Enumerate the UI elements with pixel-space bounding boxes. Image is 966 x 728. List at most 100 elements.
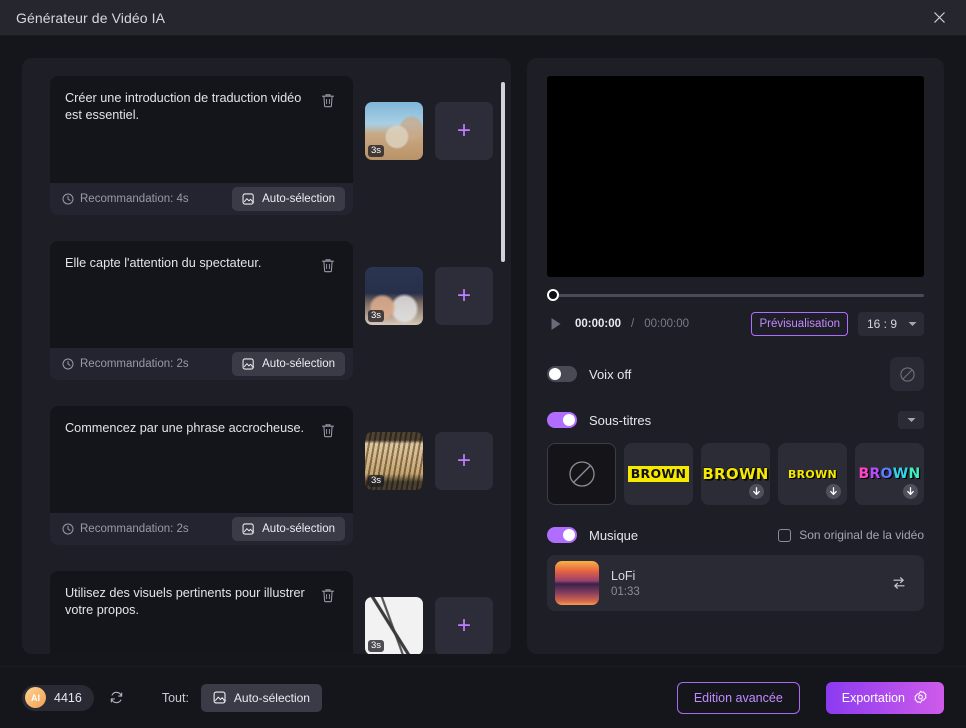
scene-card: Commencez par une phrase accrocheuse. Re… xyxy=(50,406,353,545)
chevron-down-icon xyxy=(907,418,915,422)
ai-badge-icon: AI xyxy=(25,687,46,708)
app-window: Générateur de Vidéo IA Créer une introdu… xyxy=(0,0,966,728)
scene-text[interactable]: Elle capte l'attention du spectateur. xyxy=(65,255,311,272)
add-media-button[interactable]: + xyxy=(435,267,493,325)
aspect-ratio-select[interactable]: 16 : 9 xyxy=(858,312,924,336)
scene-text[interactable]: Utilisez des visuels pertinents pour ill… xyxy=(65,585,311,619)
scene-card: Elle capte l'attention du spectateur. Re… xyxy=(50,241,353,380)
music-title: LoFi xyxy=(611,568,636,583)
auto-select-icon xyxy=(213,691,227,704)
scene-card: Utilisez des visuels pertinents pour ill… xyxy=(50,571,353,654)
preview-button[interactable]: Prévisualisation xyxy=(751,312,848,336)
scene-thumbnail[interactable]: 3s xyxy=(365,597,423,654)
music-row: Musique Son original de la vidéo xyxy=(547,527,924,543)
toggle-knob xyxy=(563,529,575,541)
recommendation-text: Recommandation: 2s xyxy=(80,523,189,535)
delete-scene-button[interactable] xyxy=(317,89,339,111)
play-button[interactable] xyxy=(547,315,565,333)
download-icon xyxy=(753,486,760,495)
add-media-button[interactable]: + xyxy=(435,597,493,654)
recommendation: Recommandation: 4s xyxy=(62,193,224,205)
scene-card-footer: Recommandation: 2s Auto-sélection xyxy=(50,513,353,545)
download-button[interactable] xyxy=(749,484,764,499)
preview-button-label: Prévisualisation xyxy=(759,318,840,330)
scene-list-scrollbar[interactable] xyxy=(501,82,505,654)
scrollbar-thumb[interactable] xyxy=(501,82,505,262)
scene-thumbnail[interactable]: 3s xyxy=(365,102,423,160)
change-music-button[interactable] xyxy=(888,572,910,594)
auto-select-button[interactable]: Auto-sélection xyxy=(232,517,345,541)
subtitle-style-none[interactable] xyxy=(547,443,616,505)
trash-icon xyxy=(321,423,335,437)
advanced-edit-button[interactable]: Edition avancée xyxy=(676,681,800,714)
subtitle-style-yellow-small[interactable]: BROWN xyxy=(778,443,847,505)
delete-scene-button[interactable] xyxy=(317,254,339,276)
trash-icon xyxy=(321,258,335,272)
scene-card-body: Créer une introduction de traduction vid… xyxy=(50,76,353,183)
auto-select-button[interactable]: Auto-sélection xyxy=(232,352,345,376)
voiceover-toggle[interactable] xyxy=(547,366,577,382)
current-time: 00:00:00 xyxy=(575,318,622,330)
recommendation-text: Recommandation: 4s xyxy=(80,193,189,205)
voiceover-row: Voix off xyxy=(547,357,924,391)
close-button[interactable] xyxy=(922,5,956,31)
auto-select-icon xyxy=(242,523,255,535)
subtitles-row: Sous-titres xyxy=(547,411,924,429)
subtitle-style-yellow-outline[interactable]: BROWN xyxy=(701,443,770,505)
recommendation-text: Recommandation: 2s xyxy=(80,358,189,370)
download-button[interactable] xyxy=(826,484,841,499)
thumbnail-duration: 3s xyxy=(368,640,385,652)
export-label: Exportation xyxy=(841,690,905,705)
download-button[interactable] xyxy=(903,484,918,499)
auto-select-all-label: Auto-sélection xyxy=(233,690,310,705)
scene-thumbnail[interactable]: 3s xyxy=(365,267,423,325)
subtitles-expand-button[interactable] xyxy=(898,411,924,429)
auto-select-all-button[interactable]: Auto-sélection xyxy=(200,683,322,712)
scene-text[interactable]: Créer une introduction de traduction vid… xyxy=(65,90,311,124)
credits-chip[interactable]: AI 4416 xyxy=(22,684,94,711)
all-label: Tout: xyxy=(161,690,189,705)
subtitle-style-preview-text: BROWN xyxy=(702,464,769,483)
download-icon xyxy=(830,486,837,495)
timeline-handle[interactable] xyxy=(547,289,559,301)
subtitle-style-list: BROWN BROWN BROWN BROWN xyxy=(547,443,924,505)
delete-scene-button[interactable] xyxy=(317,419,339,441)
original-sound-label: Son original de la vidéo xyxy=(799,528,924,542)
scene-thumbnail[interactable]: 3s xyxy=(365,432,423,490)
scene-text[interactable]: Commencez par une phrase accrocheuse. xyxy=(65,420,311,437)
subtitle-style-preview-text: BROWN xyxy=(858,466,921,482)
music-toggle[interactable] xyxy=(547,527,577,543)
auto-select-label: Auto-sélection xyxy=(262,523,335,535)
voice-none-button[interactable] xyxy=(890,357,924,391)
export-button[interactable]: Exportation xyxy=(825,681,944,714)
playback-timeline[interactable] xyxy=(547,289,924,301)
video-preview[interactable] xyxy=(547,76,924,277)
add-media-button[interactable]: + xyxy=(435,432,493,490)
chevron-down-icon xyxy=(908,322,917,326)
scene-row: Elle capte l'attention du spectateur. Re… xyxy=(50,241,493,380)
trash-icon xyxy=(321,93,335,107)
scene-row: Créer une introduction de traduction vid… xyxy=(50,76,493,215)
scene-row: Utilisez des visuels pertinents pour ill… xyxy=(50,571,493,654)
auto-select-button[interactable]: Auto-sélection xyxy=(232,187,345,211)
clock-icon xyxy=(62,358,74,370)
preview-panel: 00:00:00 / 00:00:00 Prévisualisation 16 … xyxy=(527,58,944,654)
trash-icon xyxy=(321,588,335,602)
subtitles-toggle[interactable] xyxy=(547,412,577,428)
add-media-button[interactable]: + xyxy=(435,102,493,160)
auto-select-icon xyxy=(242,193,255,205)
delete-scene-button[interactable] xyxy=(317,584,339,606)
scene-card: Créer une introduction de traduction vid… xyxy=(50,76,353,215)
subtitles-label: Sous-titres xyxy=(589,412,652,428)
subtitle-style-gradient[interactable]: BROWN xyxy=(855,443,924,505)
subtitle-style-highlight-yellow[interactable]: BROWN xyxy=(624,443,693,505)
scene-card-body: Elle capte l'attention du spectateur. xyxy=(50,241,353,348)
music-track-card[interactable]: LoFi 01:33 xyxy=(547,555,924,611)
refresh-credits-button[interactable] xyxy=(106,687,128,709)
original-sound-checkbox[interactable]: Son original de la vidéo xyxy=(778,528,924,542)
clock-icon xyxy=(62,193,74,205)
play-icon xyxy=(551,318,561,330)
recommendation: Recommandation: 2s xyxy=(62,358,224,370)
thumbnail-duration: 3s xyxy=(368,310,385,322)
time-separator: / xyxy=(631,318,635,330)
